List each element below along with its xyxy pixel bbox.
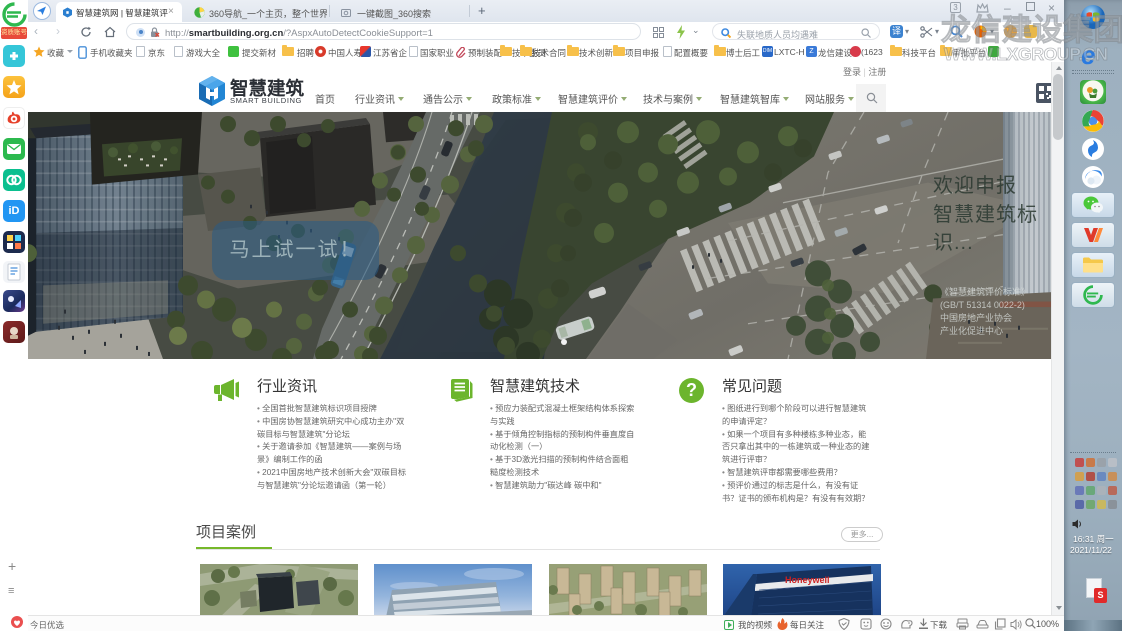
svg-text:Honeywell: Honeywell — [785, 575, 830, 585]
